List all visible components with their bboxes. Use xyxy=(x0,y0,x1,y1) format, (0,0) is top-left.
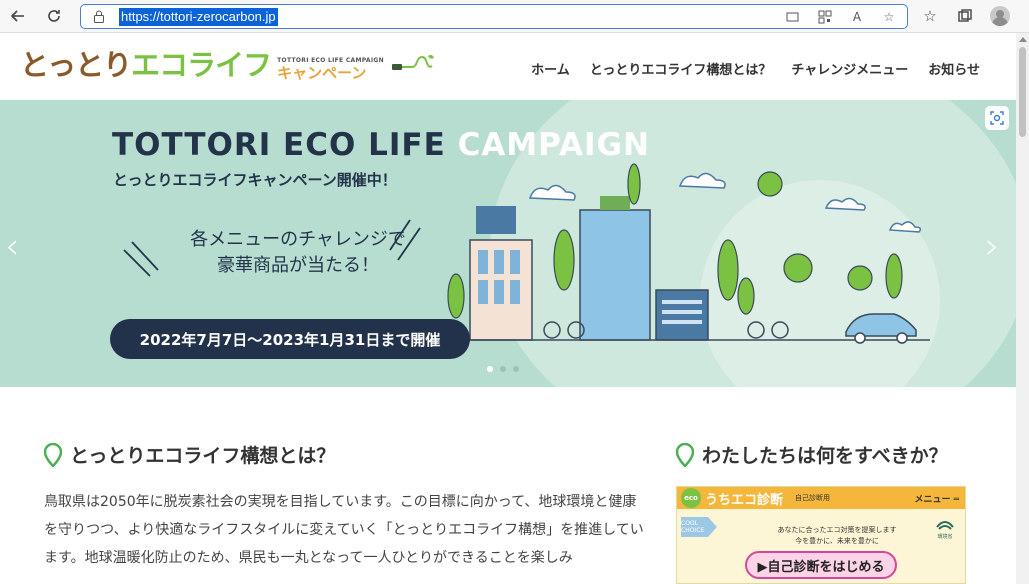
eco-badge: eco xyxy=(681,488,701,508)
site-logo[interactable]: とっとりエコライフ TOTTORI ECO LIFE CAMPAIGN キャンペ… xyxy=(20,48,436,82)
banner-tag: 自己診断用 xyxy=(795,494,831,502)
avatar[interactable] xyxy=(990,6,1010,26)
slider-dots xyxy=(487,366,519,372)
about-paragraph: 鳥取県は2050年に脱炭素社会の実現を目指しています。この目標に向かって、地球環… xyxy=(44,494,644,566)
slider-dot[interactable] xyxy=(500,366,506,372)
scroll-up-icon[interactable] xyxy=(1019,37,1027,42)
hero-message: 各メニューのチャレンジで 豪華商品が当たる！ xyxy=(148,227,448,279)
banner-text-line2: 今を豊かに、未来を豊かに xyxy=(795,537,879,545)
url-text[interactable]: https://tottori-zerocarbon.jp xyxy=(119,8,278,26)
uchi-eco-banner[interactable]: eco うちエコ診断 自己診断用 メニュー ═ COOL CHOICE あなたに… xyxy=(676,486,966,584)
hero-subtitle: とっとりエコライフキャンペーン開催中！ xyxy=(113,171,397,189)
ministry-text: 環境省 xyxy=(937,534,953,540)
hero-title-light: CAMPAIGN xyxy=(457,127,650,163)
banner-header: eco うちエコ診断 自己診断用 メニュー ═ xyxy=(677,487,965,509)
profile-avatar[interactable] xyxy=(990,6,1010,26)
visual-search-icon[interactable] xyxy=(985,106,1009,130)
slider-dot[interactable] xyxy=(513,366,519,372)
banner-text: あなたに合ったエコ対策を提案します 今を豊かに、未来を豊かに xyxy=(747,525,927,547)
action-section-title: わたしたちは何をすべきか？ xyxy=(676,441,948,468)
main-content: とっとりエコライフ構想とは？ 鳥取県は2050年に脱炭素社会の実現を目指していま… xyxy=(0,387,1016,584)
plug-icon xyxy=(391,54,434,70)
address-bar[interactable]: https://tottori-zerocarbon.jp A ☆ xyxy=(80,4,908,29)
slider-next-icon[interactable]: › xyxy=(985,226,999,267)
slider-prev-icon[interactable]: ‹ xyxy=(5,226,19,267)
hero-title: TOTTORI ECO LIFE CAMPAIGN xyxy=(112,127,650,163)
reload-icon[interactable] xyxy=(44,6,64,26)
cool-choice-badge: COOL CHOICE xyxy=(681,517,717,537)
logo-campaign-text: キャンペーン xyxy=(277,64,367,82)
scroll-thumb[interactable] xyxy=(1019,47,1026,137)
scrollbar[interactable] xyxy=(1016,33,1029,584)
browser-toolbar: https://tottori-zerocarbon.jp A ☆ ☆ xyxy=(0,0,1029,33)
about-section-title: とっとりエコライフ構想とは？ xyxy=(44,441,335,468)
banner-menu[interactable]: メニュー ═ xyxy=(914,492,959,505)
hero-message-line2: 豪華商品が当たる！ xyxy=(217,255,379,276)
map-pin-icon xyxy=(44,442,62,467)
back-icon[interactable] xyxy=(8,6,28,26)
logo-part1: とっとり xyxy=(20,48,132,82)
logo-small-text: TOTTORI ECO LIFE CAMPAIGN xyxy=(277,57,384,64)
ministry-icon xyxy=(936,521,954,530)
main-nav: ホーム とっとりエコライフ構想とは？ チャレンジメニュー お知らせ xyxy=(531,59,980,78)
banner-text-line1: あなたに合ったエコ対策を提案します xyxy=(777,526,897,534)
nav-home[interactable]: ホーム xyxy=(531,59,570,78)
read-mode-icon[interactable] xyxy=(785,9,801,25)
nav-challenge[interactable]: チャレンジメニュー xyxy=(791,59,908,78)
banner-title: うちエコ診断 xyxy=(705,492,784,508)
lock-icon[interactable] xyxy=(93,10,105,23)
start-diagnosis-button[interactable]: ▶自己診断をはじめる xyxy=(745,551,897,579)
hero-slider[interactable]: TOTTORI ECO LIFE CAMPAIGN とっとりエコライフキャンペー… xyxy=(0,100,1016,387)
collections-icon[interactable] xyxy=(955,6,975,26)
favorites-icon[interactable]: ☆ xyxy=(920,6,940,26)
hero-message-line1: 各メニューのチャレンジで xyxy=(190,229,406,250)
slider-dot[interactable] xyxy=(487,366,493,372)
logo-part2: エコライフ xyxy=(131,48,272,82)
site-header: とっとりエコライフ TOTTORI ECO LIFE CAMPAIGN キャンペ… xyxy=(0,33,1016,100)
qr-icon[interactable] xyxy=(817,9,833,25)
logo-text: とっとりエコライフ xyxy=(20,48,272,82)
hero-title-dark: TOTTORI ECO LIFE xyxy=(112,127,458,163)
logo-side: TOTTORI ECO LIFE CAMPAIGN キャンペーン xyxy=(277,57,384,82)
action-title-text: わたしたちは何をすべきか？ xyxy=(702,445,948,467)
map-pin-icon xyxy=(676,442,694,467)
nav-about[interactable]: とっとりエコライフ構想とは？ xyxy=(590,59,772,78)
about-title-text: とっとりエコライフ構想とは？ xyxy=(70,445,336,467)
hero-date-badge: 2022年7月7日〜2023年1月31日まで開催 xyxy=(110,319,470,359)
ministry-logo: 環境省 xyxy=(935,517,955,540)
favorite-add-icon[interactable]: ☆ xyxy=(881,9,897,25)
nav-news[interactable]: お知らせ xyxy=(928,59,980,78)
read-aloud-icon[interactable]: A xyxy=(849,9,865,25)
